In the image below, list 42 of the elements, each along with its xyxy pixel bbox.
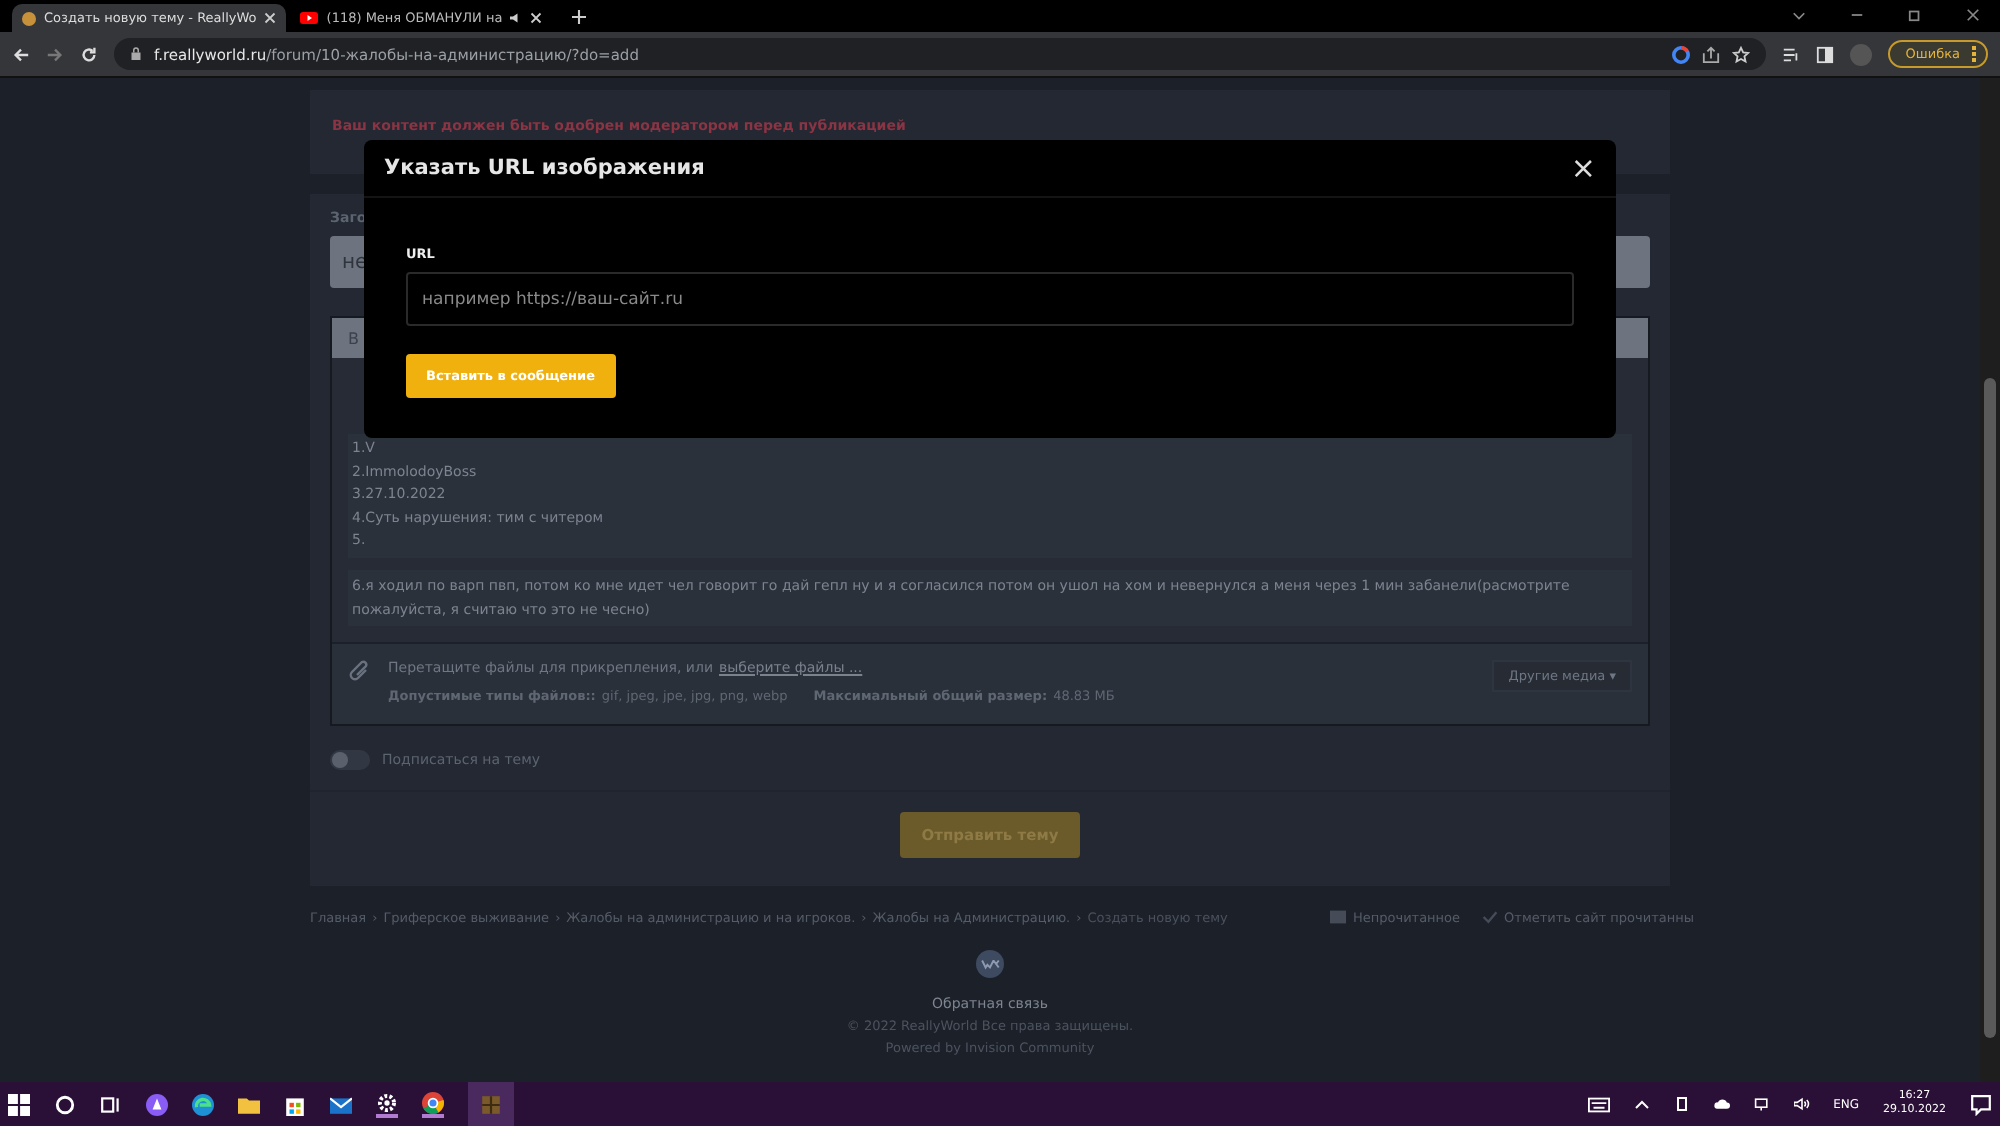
search-icon[interactable] xyxy=(54,1093,76,1115)
speaker-icon xyxy=(510,12,523,24)
forward-icon[interactable] xyxy=(46,45,64,63)
start-icon[interactable] xyxy=(8,1093,30,1115)
caret-up-icon[interactable] xyxy=(1633,1096,1650,1112)
gear-icon[interactable] xyxy=(376,1091,398,1117)
share-icon[interactable] xyxy=(1701,45,1720,63)
restore-icon[interactable] xyxy=(1908,8,1922,22)
dropdown-icon[interactable] xyxy=(1792,8,1806,22)
paperclip-icon xyxy=(348,659,372,683)
new-tab-icon[interactable] xyxy=(572,10,587,24)
minimize-icon[interactable] xyxy=(1850,8,1864,22)
task-view-icon[interactable] xyxy=(100,1093,122,1115)
modal-title: Указать URL изображения xyxy=(384,156,705,180)
back-icon[interactable] xyxy=(12,45,30,63)
close-icon[interactable] xyxy=(1966,8,1980,22)
close-icon[interactable] xyxy=(530,12,543,24)
assistant-icon[interactable] xyxy=(146,1093,168,1115)
google-icon[interactable] xyxy=(1671,45,1690,63)
notification-icon[interactable] xyxy=(1970,1093,1992,1115)
cloud-icon[interactable] xyxy=(1713,1096,1730,1112)
video-play-icon xyxy=(300,12,319,24)
sidebar-icon[interactable] xyxy=(1815,45,1834,63)
volume-icon[interactable] xyxy=(1793,1096,1810,1112)
star-icon[interactable] xyxy=(1731,45,1750,63)
toggle-switch[interactable] xyxy=(330,749,370,769)
scrollbar[interactable] xyxy=(1980,78,2000,1082)
chrome-icon[interactable] xyxy=(422,1091,444,1117)
lock-icon xyxy=(130,46,142,62)
store-icon[interactable] xyxy=(284,1093,306,1115)
close-icon[interactable] xyxy=(264,12,277,24)
checkmark-icon xyxy=(1482,910,1499,924)
keyboard-icon[interactable] xyxy=(1587,1093,1610,1115)
close-button[interactable]: × xyxy=(1566,154,1600,182)
vk-icon[interactable] xyxy=(976,949,1004,977)
edge-icon[interactable] xyxy=(192,1093,214,1115)
playlist-icon[interactable] xyxy=(1781,45,1800,63)
site-icon xyxy=(22,11,36,25)
reload-icon[interactable] xyxy=(80,45,98,63)
folder-icon[interactable] xyxy=(238,1093,260,1115)
mail-icon[interactable] xyxy=(330,1093,352,1115)
url-input-field[interactable]: например https://ваш-сайт.ru xyxy=(406,272,1574,326)
